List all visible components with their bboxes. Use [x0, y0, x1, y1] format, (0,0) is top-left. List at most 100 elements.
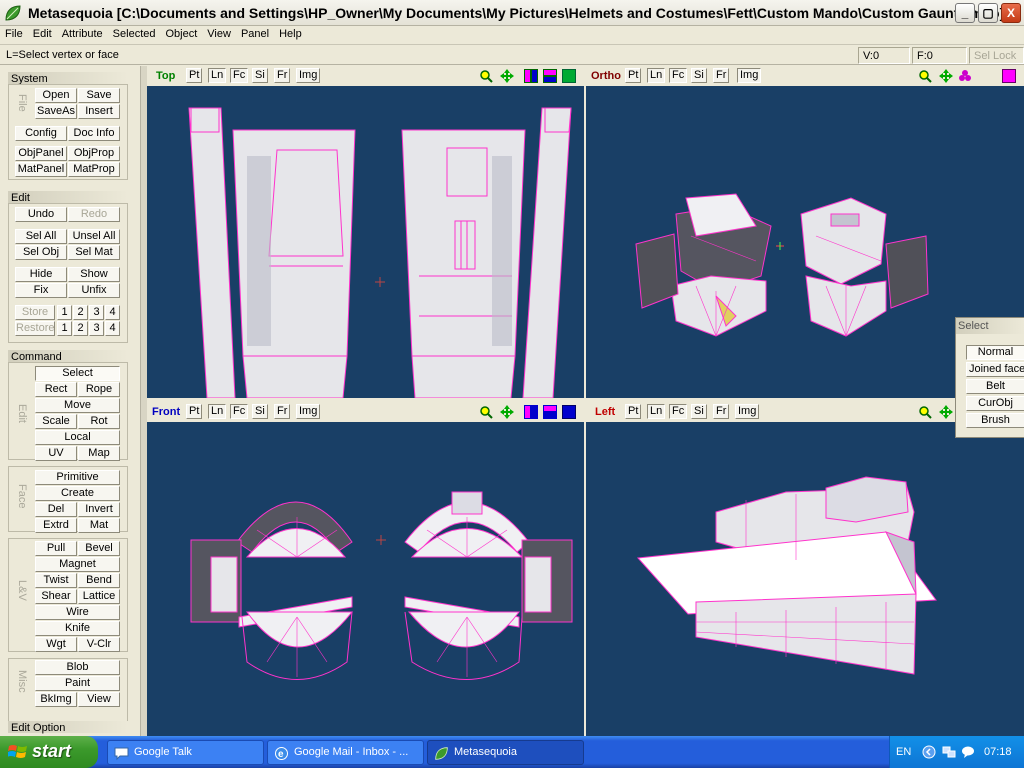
restore-slot-3[interactable]: 3 — [89, 321, 104, 336]
wire-tool-button[interactable]: Wire — [35, 605, 120, 620]
unselect-all-button[interactable]: Unsel All — [68, 229, 120, 244]
restore-slot-2[interactable]: 2 — [73, 321, 88, 336]
split-view-icon[interactable] — [524, 405, 538, 419]
fix-button[interactable]: Fix — [15, 283, 67, 298]
task-metasequoia[interactable]: Metasequoia — [427, 740, 584, 765]
create-tool-button[interactable]: Create — [35, 486, 120, 501]
full-view-icon[interactable] — [562, 69, 576, 83]
bevel-tool-button[interactable]: Bevel — [78, 541, 120, 556]
scale-tool-button[interactable]: Scale — [35, 414, 77, 429]
knife-tool-button[interactable]: Knife — [35, 621, 120, 636]
matpanel-button[interactable]: MatPanel — [15, 162, 67, 177]
store-slot-4[interactable]: 4 — [105, 305, 120, 320]
front-viewport[interactable] — [147, 422, 584, 736]
map-tool-button[interactable]: Map — [78, 446, 120, 461]
open-button[interactable]: Open — [35, 88, 77, 103]
store-slot-2[interactable]: 2 — [73, 305, 88, 320]
zoom-icon[interactable] — [479, 69, 493, 83]
top-pt-toggle[interactable]: Pt — [186, 68, 203, 83]
zoom-icon[interactable] — [479, 405, 493, 419]
blob-tool-button[interactable]: Blob — [35, 660, 120, 675]
undo-button[interactable]: Undo — [15, 207, 67, 222]
store-slot-1[interactable]: 1 — [57, 305, 72, 320]
task-google-mail[interactable]: e Google Mail - Inbox - ... — [267, 740, 424, 765]
left-si-toggle[interactable]: Si — [691, 404, 707, 419]
select-material-button[interactable]: Sel Mat — [68, 245, 120, 260]
top-si-toggle[interactable]: Si — [252, 68, 268, 83]
left-fc-toggle[interactable]: Fc — [669, 404, 688, 419]
select-normal-option[interactable]: Normal — [966, 345, 1024, 360]
sel-lock-toggle[interactable]: Sel Lock — [969, 47, 1024, 64]
restore-button[interactable]: Restore — [15, 321, 55, 336]
hide-button[interactable]: Hide — [15, 267, 67, 282]
top-fr-toggle[interactable]: Fr — [274, 68, 291, 83]
docinfo-button[interactable]: Doc Info — [68, 126, 120, 141]
move-tool-button[interactable]: Move — [35, 398, 120, 413]
pan-icon[interactable] — [500, 405, 514, 419]
ortho-pt-toggle[interactable]: Pt — [625, 68, 642, 83]
bend-tool-button[interactable]: Bend — [78, 573, 120, 588]
menu-object[interactable]: Object — [160, 26, 202, 40]
rotate-view-icon[interactable] — [958, 69, 972, 83]
menu-help[interactable]: Help — [274, 26, 307, 40]
left-ln-toggle[interactable]: Ln — [647, 404, 666, 419]
insert-button[interactable]: Insert — [78, 104, 120, 119]
delete-tool-button[interactable]: Del — [35, 502, 77, 517]
shear-tool-button[interactable]: Shear — [35, 589, 77, 604]
top-img-toggle[interactable]: Img — [296, 68, 321, 83]
menu-panel[interactable]: Panel — [236, 26, 274, 40]
close-button[interactable]: X — [1001, 3, 1021, 23]
front-fr-toggle[interactable]: Fr — [274, 404, 291, 419]
objprop-button[interactable]: ObjProp — [68, 146, 120, 161]
select-all-button[interactable]: Sel All — [15, 229, 67, 244]
saveas-button[interactable]: SaveAs — [35, 104, 77, 119]
restore-slot-4[interactable]: 4 — [105, 321, 120, 336]
lattice-tool-button[interactable]: Lattice — [78, 589, 120, 604]
paint-tool-button[interactable]: Paint — [35, 676, 120, 691]
front-fc-toggle[interactable]: Fc — [230, 404, 249, 419]
restore-slot-1[interactable]: 1 — [57, 321, 72, 336]
rect-tool-button[interactable]: Rect — [35, 382, 77, 397]
objpanel-button[interactable]: ObjPanel — [15, 146, 67, 161]
panel-scrollbar[interactable] — [140, 66, 147, 736]
select-curobj-option[interactable]: CurObj — [966, 396, 1024, 411]
language-indicator[interactable]: EN — [896, 746, 911, 758]
split-view-icon[interactable] — [524, 69, 538, 83]
ortho-fr-toggle[interactable]: Fr — [713, 68, 730, 83]
front-ln-toggle[interactable]: Ln — [208, 404, 227, 419]
pan-icon[interactable] — [939, 405, 953, 419]
select-brush-option[interactable]: Brush — [966, 413, 1024, 428]
ortho-si-toggle[interactable]: Si — [691, 68, 707, 83]
select-object-button[interactable]: Sel Obj — [15, 245, 67, 260]
weight-tool-button[interactable]: Wgt — [35, 637, 77, 652]
primitive-tool-button[interactable]: Primitive — [35, 470, 120, 485]
invert-tool-button[interactable]: Invert — [78, 502, 120, 517]
show-button[interactable]: Show — [68, 267, 120, 282]
background-image-tool-button[interactable]: BkImg — [35, 692, 77, 707]
redo-button[interactable]: Redo — [68, 207, 120, 222]
store-button[interactable]: Store — [15, 305, 55, 320]
material-tool-button[interactable]: Mat — [78, 518, 120, 533]
extrude-tool-button[interactable]: Extrd — [35, 518, 77, 533]
config-button[interactable]: Config — [15, 126, 67, 141]
front-pt-toggle[interactable]: Pt — [186, 404, 203, 419]
rope-tool-button[interactable]: Rope — [78, 382, 120, 397]
full-view-icon[interactable] — [1002, 69, 1016, 83]
twist-tool-button[interactable]: Twist — [35, 573, 77, 588]
rotate-tool-button[interactable]: Rot — [78, 414, 120, 429]
left-fr-toggle[interactable]: Fr — [713, 404, 730, 419]
matprop-button[interactable]: MatProp — [68, 162, 120, 177]
front-si-toggle[interactable]: Si — [252, 404, 268, 419]
left-pt-toggle[interactable]: Pt — [625, 404, 642, 419]
ortho-img-toggle[interactable]: Img — [737, 68, 762, 83]
pan-icon[interactable] — [500, 69, 514, 83]
top-ln-toggle[interactable]: Ln — [208, 68, 227, 83]
magnet-tool-button[interactable]: Magnet — [35, 557, 120, 572]
ortho-fc-toggle[interactable]: Fc — [669, 68, 688, 83]
select-belt-option[interactable]: Belt — [966, 379, 1024, 394]
save-button[interactable]: Save — [78, 88, 120, 103]
network-icon[interactable] — [942, 745, 956, 759]
full-view-icon[interactable] — [562, 405, 576, 419]
select-tool-button[interactable]: Select — [35, 366, 120, 381]
tray-arrow-icon[interactable] — [922, 745, 936, 759]
